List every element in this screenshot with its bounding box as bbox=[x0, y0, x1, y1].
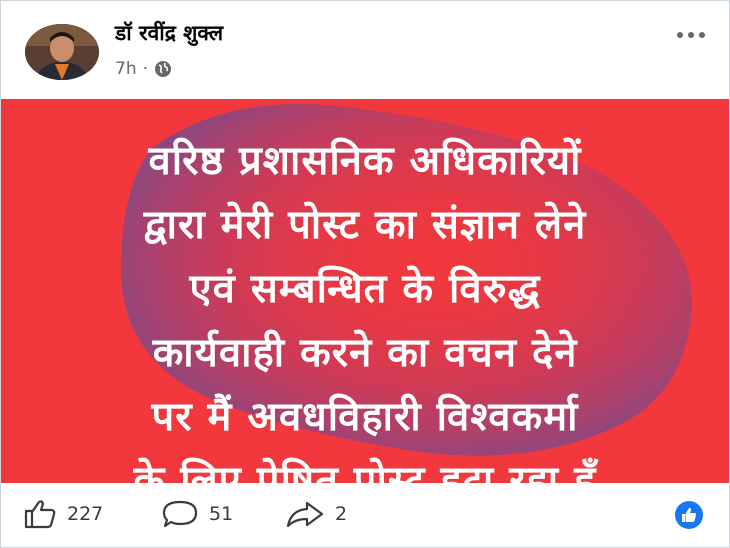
meta-separator: · bbox=[142, 59, 148, 79]
more-dot bbox=[677, 32, 683, 38]
like-count: 227 bbox=[67, 503, 104, 525]
comment-count: 51 bbox=[209, 503, 234, 525]
share-count: 2 bbox=[335, 503, 348, 525]
image-text-line: द्वारा मेरी पोस्ट का संज्ञान लेने bbox=[143, 202, 587, 248]
share-button[interactable]: 2 bbox=[285, 499, 347, 529]
thumbs-up-icon bbox=[24, 500, 56, 529]
more-dot bbox=[688, 32, 694, 38]
like-button[interactable]: 227 bbox=[23, 499, 103, 529]
globe-icon[interactable] bbox=[154, 60, 172, 78]
share-arrow-icon bbox=[286, 501, 324, 528]
image-text-line: वरिष्ठ प्रशासनिक अधिकारियों bbox=[148, 138, 582, 184]
post-meta: 7h · bbox=[115, 59, 172, 79]
like-reaction-icon[interactable] bbox=[675, 501, 703, 529]
author-avatar[interactable] bbox=[25, 24, 99, 80]
post-time[interactable]: 7h bbox=[115, 59, 137, 79]
facebook-post-card: डॉ रवींद्र शुक्ल 7h · वरिष्ठ प्रशासनिक अ… bbox=[0, 0, 730, 548]
image-text-line: पर मैं अवधविहारी विश्वकर्मा bbox=[151, 394, 579, 440]
more-options-icon[interactable] bbox=[671, 23, 711, 47]
avatar-photo bbox=[25, 24, 99, 80]
image-text-line: कार्यवाही करने का वचन देने bbox=[152, 330, 578, 376]
image-text-line: के लिए प्रेषित पोस्ट हटा रहा हूँ bbox=[133, 458, 597, 483]
post-header: डॉ रवींद्र शुक्ल 7h · bbox=[1, 1, 729, 99]
thumbs-up-icon bbox=[682, 507, 697, 522]
more-dot bbox=[699, 32, 705, 38]
author-name[interactable]: डॉ रवींद्र शुक्ल bbox=[115, 19, 223, 47]
post-image[interactable]: वरिष्ठ प्रशासनिक अधिकारियों द्वारा मेरी … bbox=[1, 99, 729, 483]
image-text-block: वरिष्ठ प्रशासनिक अधिकारियों द्वारा मेरी … bbox=[1, 129, 729, 483]
comment-button[interactable]: 51 bbox=[161, 499, 233, 529]
post-actions-bar: 227 51 2 bbox=[1, 483, 729, 547]
comment-bubble-icon bbox=[162, 500, 198, 528]
image-text-line: एवं सम्बन्धित के विरुद्ध bbox=[189, 266, 541, 312]
